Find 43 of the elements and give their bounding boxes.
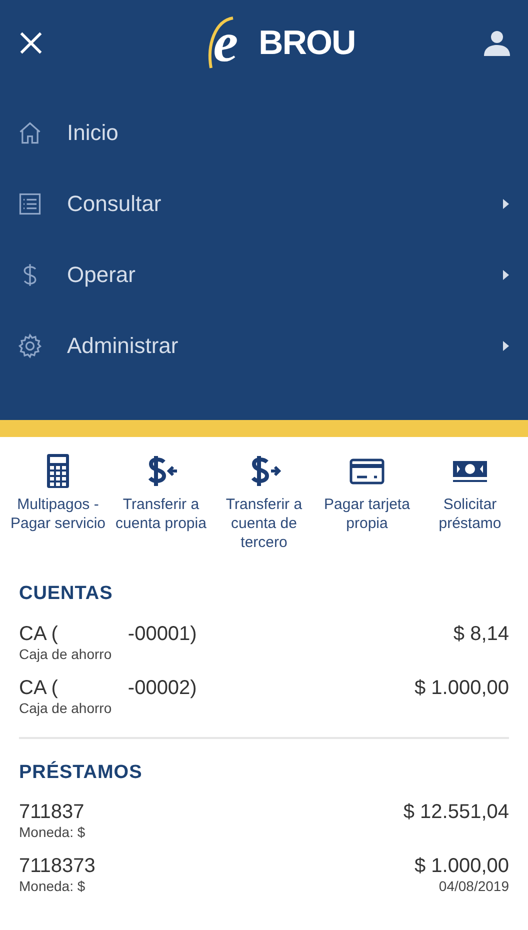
account-balance: $ 8,14 [453,622,509,646]
menu-item[interactable]: Operar [0,239,528,310]
menu-item[interactable]: Inicio [0,97,528,168]
home-icon [17,120,43,146]
list-icon [17,190,43,216]
loan-currency: Moneda: $ [19,823,86,841]
account-type: Caja de ahorro [19,644,113,662]
logo-mark: e [202,15,249,71]
quick-action[interactable]: Pagar tarjeta propia [317,453,417,552]
quick-action-label: Multipagos - Pagar servicio [9,495,107,533]
quick-action[interactable]: Solicitar préstamo [420,453,520,552]
account-number: -00001) [128,622,197,644]
quick-action-label: Transferir a cuenta propia [114,495,208,533]
menu-item-label: Consultar [67,190,162,218]
menu-item-label: Administrar [67,332,180,360]
close-icon [18,30,44,56]
loan-amount: $ 12.551,04 [403,801,509,823]
quick-action-label: Pagar tarjeta propia [323,495,411,533]
quick-action[interactable]: Transferir a cuenta propia [111,453,211,552]
section-title: PRÉSTAMOS [19,760,144,784]
logo-text: BROU [258,22,356,64]
user-icon [483,30,511,56]
account-balance: $ 1.000,00 [414,676,509,700]
account-type: Caja de ahorro [19,698,113,716]
quick-action-label: Transferir a cuenta de tercero [224,495,304,552]
account-number: -00002) [128,676,197,698]
loan-number: 7118373 [19,855,96,877]
account-name: CA ( [19,622,58,644]
loan-date: 04/08/2019 [438,877,509,895]
quick-action-label: Solicitar préstamo [438,495,502,533]
menu-item-label: Operar [67,261,136,289]
menu-item-label: Inicio [67,119,120,147]
quick-action[interactable]: Transferir a cuenta de tercero [214,453,314,552]
quick-action[interactable]: Multipagos - Pagar servicio [8,453,108,552]
menu-item[interactable]: Administrar [0,310,528,381]
loan-currency: Moneda: $ [19,877,86,895]
loan-number: 711837 [19,801,86,823]
account-name: CA ( [19,676,58,698]
loan-amount: $ 1.000,00 [414,855,509,877]
user-button[interactable] [482,28,512,58]
section-title: CUENTAS [19,582,114,606]
menu-item[interactable]: Consultar [0,168,528,239]
settings-icon [17,332,43,358]
